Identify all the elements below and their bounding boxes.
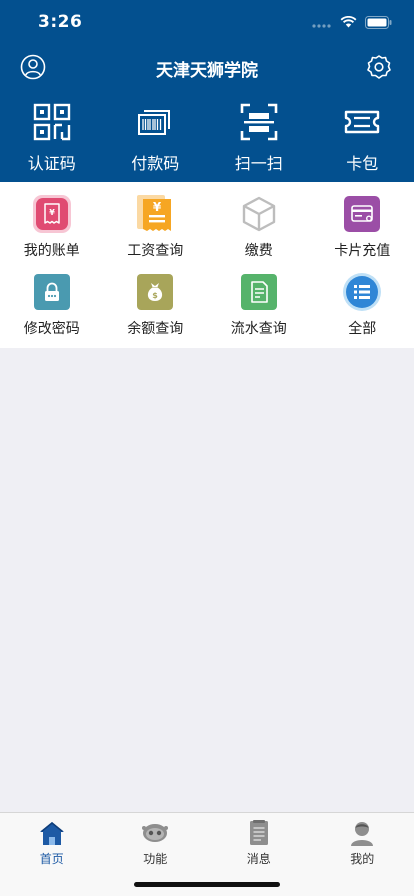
home-indicator[interactable] [134, 882, 280, 887]
gear-icon [367, 55, 391, 79]
qr-code-icon [33, 103, 70, 141]
service-salary-query[interactable]: ¥ 工资查询 [104, 192, 208, 270]
settings-button[interactable] [365, 53, 393, 81]
status-time: 3:26 [38, 12, 83, 32]
document-icon [240, 274, 277, 310]
quick-action-auth-code[interactable]: 认证码 [0, 100, 104, 174]
service-transaction-query[interactable]: 流水查询 [207, 270, 311, 348]
bill-icon: ¥ [32, 195, 71, 233]
svg-text:¥: ¥ [49, 208, 55, 217]
quick-action-card-wallet[interactable]: 卡包 [311, 100, 414, 174]
battery-icon [365, 15, 392, 29]
header: 3:26 天津天狮学院 认证码 付款码 扫一扫 卡包 [0, 0, 414, 182]
home-icon [39, 822, 64, 845]
card-recharge-icon [344, 196, 381, 232]
profile-icon [351, 822, 374, 846]
service-card-recharge[interactable]: 卡片充值 [311, 192, 414, 270]
money-bag-icon: $ [137, 274, 174, 310]
tab-label: 功能 [143, 852, 168, 866]
service-label: 修改密码 [23, 321, 80, 337]
page-title: 天津天狮学院 [156, 61, 258, 81]
tab-label: 消息 [246, 852, 271, 866]
service-label: 流水查询 [230, 321, 287, 337]
service-label: 我的账单 [23, 243, 80, 259]
card-wallet-icon [345, 110, 380, 134]
service-change-password[interactable]: 修改密码 [0, 270, 104, 348]
quick-actions: 认证码 付款码 扫一扫 卡包 [0, 100, 414, 174]
robot-icon [142, 824, 169, 842]
service-label: 工资查询 [127, 243, 184, 259]
quick-action-label: 扫一扫 [234, 154, 283, 173]
quick-action-scan[interactable]: 扫一扫 [207, 100, 311, 174]
status-indicators [312, 15, 392, 29]
list-icon [343, 273, 382, 311]
quick-action-label: 认证码 [27, 154, 76, 173]
signal-icon [312, 24, 331, 28]
quick-action-label: 卡包 [346, 154, 379, 173]
status-bar: 3:26 [0, 0, 414, 44]
tab-home[interactable]: 首页 [0, 813, 104, 896]
lock-icon [33, 274, 70, 310]
service-my-bill[interactable]: ¥ 我的账单 [0, 192, 104, 270]
service-all[interactable]: 全部 [311, 270, 414, 348]
service-label: 全部 [348, 321, 377, 337]
svg-text:¥: ¥ [153, 200, 162, 214]
salary-icon: ¥ [137, 195, 172, 231]
service-balance-query[interactable]: $ 余额查询 [104, 270, 208, 348]
wifi-icon [340, 16, 357, 28]
message-icon [249, 820, 268, 845]
service-label: 卡片充值 [334, 243, 391, 259]
title-row: 天津天狮学院 [0, 48, 414, 86]
service-payment[interactable]: 缴费 [207, 192, 311, 270]
tab-label: 我的 [350, 852, 375, 866]
tab-label: 首页 [39, 852, 64, 866]
barcode-icon [138, 110, 171, 135]
service-label: 缴费 [244, 243, 273, 259]
cube-icon [242, 196, 275, 232]
scan-icon [240, 103, 278, 141]
quick-action-pay-code[interactable]: 付款码 [104, 100, 208, 174]
svg-text:$: $ [152, 291, 158, 300]
quick-action-label: 付款码 [131, 154, 180, 173]
tab-profile[interactable]: 我的 [311, 813, 414, 896]
service-label: 余额查询 [127, 321, 184, 337]
service-grid: ¥ 我的账单 ¥ 工资查询 缴费 卡片充值 修改密码 $ 余额查询 流水查询 全… [0, 182, 414, 348]
